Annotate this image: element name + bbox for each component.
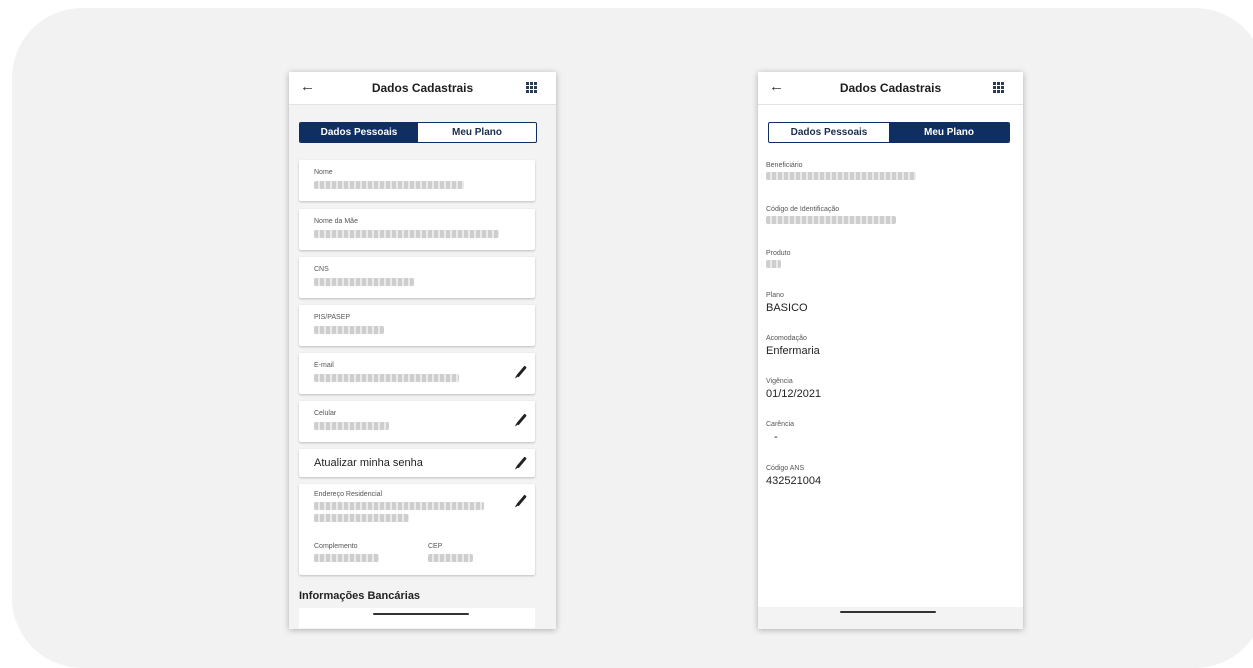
tab-meu-plano[interactable]: Meu Plano (418, 123, 536, 142)
tab-switch: Dados Pessoais Meu Plano (768, 122, 1010, 143)
field-value: 01/12/2021 (766, 388, 822, 400)
redacted-value (314, 514, 409, 522)
field-label: Complemento (314, 543, 358, 550)
tab-meu-plano[interactable]: Meu Plano (889, 123, 1009, 142)
field-label: Carência (766, 421, 795, 428)
redacted-value (314, 326, 384, 334)
field-label: Beneficiário (766, 162, 803, 169)
field-value: - (774, 431, 778, 443)
field-label: Endereço Residencial (314, 491, 383, 498)
section-title-bank: Informações Bancárias (299, 590, 421, 602)
field-label: Celular (314, 410, 337, 417)
redacted-value (766, 260, 781, 268)
tab-dados-pessoais[interactable]: Dados Pessoais (769, 123, 889, 142)
redacted-value (314, 181, 464, 189)
field-label: Nome da Mãe (314, 218, 358, 225)
home-indicator (840, 611, 936, 613)
redacted-value (314, 502, 484, 510)
redacted-value (314, 422, 389, 430)
field-value: Enfermaria (766, 345, 820, 357)
grid-icon[interactable] (993, 82, 1004, 93)
card-bank-partial (299, 608, 535, 628)
redacted-value (314, 230, 499, 238)
redacted-value (314, 374, 459, 382)
field-label: CEP (428, 543, 443, 550)
redacted-value (766, 172, 916, 180)
app-bar: ← Dados Cadastrais (289, 72, 556, 105)
card-celular[interactable]: Celular (299, 401, 535, 442)
phone-screen-meu-plano: ← Dados Cadastrais Dados Pessoais Meu Pl… (758, 72, 1023, 629)
pencil-icon[interactable] (516, 456, 527, 469)
card-nome-mae: Nome da Mãe (299, 209, 535, 250)
background-panel (12, 8, 1253, 668)
pencil-icon[interactable] (516, 494, 527, 507)
field-value: 432521004 (766, 475, 822, 487)
card-cns: CNS (299, 257, 535, 298)
tab-switch: Dados Pessoais Meu Plano (299, 122, 537, 143)
update-password-label: Atualizar minha senha (314, 457, 423, 469)
field-label: E-mail (314, 362, 334, 369)
field-value: BASICO (766, 302, 808, 314)
card-endereco[interactable]: Endereço Residencial Complemento CEP (299, 484, 535, 575)
page-title: Dados Cadastrais (371, 81, 474, 95)
redacted-value (314, 554, 379, 562)
redacted-value (766, 216, 896, 224)
field-label: Vigência (766, 378, 793, 385)
card-email[interactable]: E-mail (299, 353, 535, 394)
card-nome: Nome (299, 160, 535, 201)
plan-details: Beneficiário Código de Identificação Pro… (766, 162, 1006, 492)
pencil-icon[interactable] (516, 413, 527, 426)
app-bar: ← Dados Cadastrais (758, 72, 1023, 105)
redacted-value (428, 554, 473, 562)
field-label: Acomodação (766, 335, 807, 342)
home-indicator (373, 613, 469, 615)
grid-icon[interactable] (526, 82, 537, 93)
card-pis: PIS/PASEP (299, 305, 535, 346)
field-label: Código ANS (766, 465, 805, 472)
field-label: Código de Identificação (766, 206, 840, 213)
field-label: Nome (314, 169, 333, 176)
page-title: Dados Cadastrais (839, 81, 942, 95)
phone-screen-dados-pessoais: ← Dados Cadastrais Dados Pessoais Meu Pl… (289, 72, 556, 629)
field-label: PIS/PASEP (314, 314, 351, 321)
redacted-value (314, 278, 414, 286)
tab-dados-pessoais[interactable]: Dados Pessoais (300, 123, 418, 142)
card-atualizar-senha[interactable]: Atualizar minha senha (299, 449, 535, 477)
pencil-icon[interactable] (516, 365, 527, 378)
field-label: CNS (314, 266, 329, 273)
field-label: Produto (766, 250, 791, 257)
field-label: Plano (766, 292, 784, 299)
